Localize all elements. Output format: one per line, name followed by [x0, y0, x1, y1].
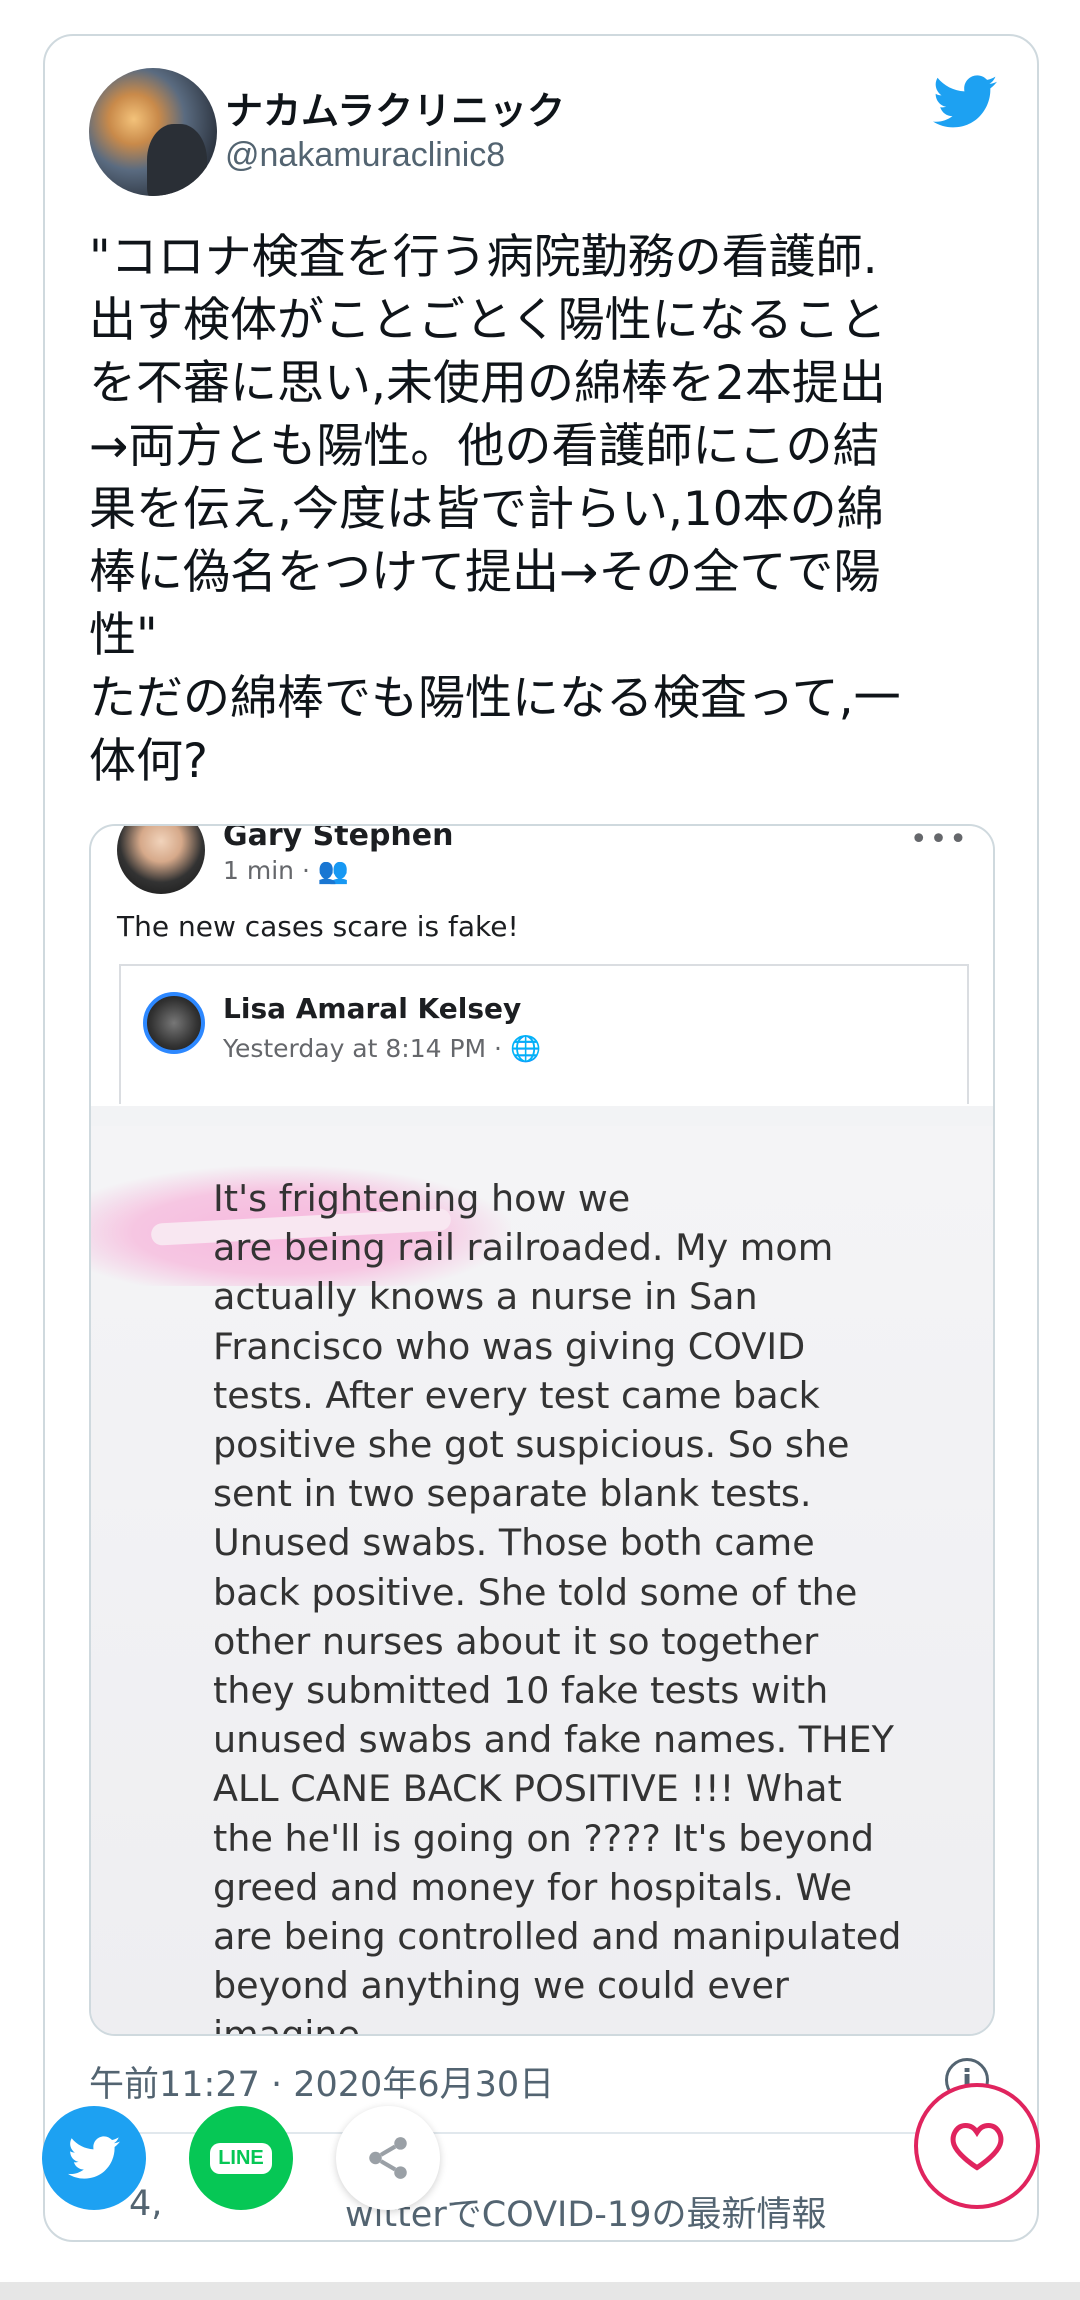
poster-name: Gary Stephen	[223, 824, 454, 853]
screenshot-text: It's frightening how we are being rail r…	[213, 1177, 902, 2036]
tweet-timestamp[interactable]: 午前11:27 · 2020年6月30日	[89, 2056, 554, 2107]
twitter-bird-icon[interactable]	[933, 74, 997, 130]
screenshot-body: It's frightening how we are being rail r…	[91, 1126, 993, 2036]
heart-icon	[950, 2123, 1004, 2171]
share-button[interactable]	[336, 2106, 440, 2210]
poster-meta: 1 min · 👥	[223, 856, 349, 886]
shared-poster-name: Lisa Amaral Kelsey	[223, 992, 522, 1025]
author-handle[interactable]: @nakamuraclinic8	[225, 136, 505, 175]
shared-avatar	[143, 992, 205, 1054]
poster-meta-text: 1 min ·	[223, 856, 310, 885]
bottom-bar	[0, 2282, 1080, 2300]
tweet-text: "コロナ検査を行う病院勤務の看護師. 出す検体がことごとく陽性になること を不審…	[89, 230, 901, 789]
author-name[interactable]: ナカムラクリニック	[225, 80, 565, 135]
tweet-card: ナカムラクリニック @nakamuraclinic8 "コロナ検査を行う病院勤務…	[43, 34, 1039, 2242]
shared-post-header: Lisa Amaral Kelsey Yesterday at 8:14 PM …	[119, 964, 969, 1104]
like-button[interactable]	[914, 2083, 1040, 2209]
share-icon	[369, 2137, 407, 2179]
share-twitter-button[interactable]	[42, 2106, 146, 2210]
facebook-post-header: Gary Stephen 1 min · 👥 ••• The new cases…	[91, 826, 993, 1106]
globe-icon: 🌐	[509, 1034, 542, 1063]
shared-poster-meta: Yesterday at 8:14 PM · 🌐	[223, 1034, 541, 1064]
share-line-button[interactable]: LINE	[189, 2106, 293, 2210]
line-icon: LINE	[210, 2142, 272, 2174]
shared-meta-text: Yesterday at 8:14 PM ·	[223, 1034, 503, 1063]
author-avatar[interactable]	[89, 68, 217, 196]
more-options-icon: •••	[909, 824, 969, 857]
embedded-image[interactable]: Gary Stephen 1 min · 👥 ••• The new cases…	[89, 824, 995, 2036]
friends-icon: 👥	[317, 856, 349, 885]
facebook-post-text: The new cases scare is fake!	[117, 910, 519, 943]
twitter-bird-icon	[68, 2136, 120, 2179]
poster-avatar	[117, 826, 205, 894]
